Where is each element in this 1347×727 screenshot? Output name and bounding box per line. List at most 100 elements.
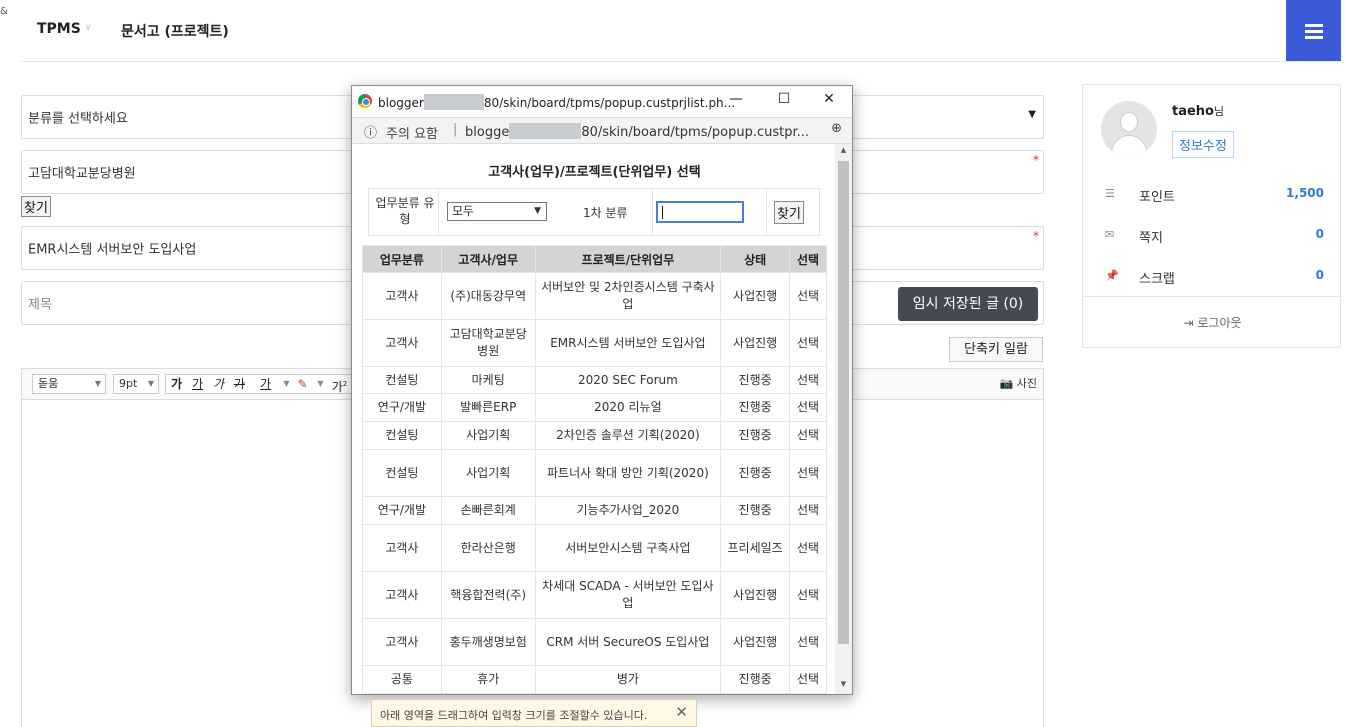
avatar: [1101, 101, 1157, 157]
font-name-select[interactable]: 돋움 ▼: [32, 374, 106, 394]
table-row[interactable]: 연구/개발 손빠른회계 기능추가사업_2020 진행중 선택: [362, 496, 827, 525]
scroll-up-icon[interactable]: ▲: [835, 146, 852, 160]
col-header: 선택: [789, 245, 827, 273]
select-link[interactable]: 선택: [789, 524, 827, 572]
project-field-value: EMR시스템 서버보안 도입사업: [28, 242, 197, 258]
scrap-label: 스크랩: [1139, 272, 1175, 287]
superscript-button[interactable]: 가2: [330, 374, 349, 394]
scroll-down-icon[interactable]: ▼: [835, 680, 852, 694]
hamburger-menu-button[interactable]: [1286, 0, 1341, 61]
close-icon[interactable]: ✕: [814, 91, 844, 111]
hamburger-icon: [1305, 24, 1323, 27]
pin-icon: 📌: [1105, 269, 1119, 282]
temp-saved-button[interactable]: 임시 저장된 글 (0): [898, 287, 1038, 321]
required-mark: *: [1033, 153, 1039, 167]
minimize-icon[interactable]: —: [721, 91, 751, 111]
sidebar-divider: [1083, 296, 1342, 297]
select-link[interactable]: 선택: [789, 665, 827, 694]
col-header: 상태: [720, 245, 791, 273]
top-header: & TPMS ∨ 문서고 (프로젝트): [0, 0, 1347, 62]
popup-heading: 고객사(업무)/프로젝트(단위업무) 선택: [488, 165, 701, 180]
resize-tooltip-text: 아래 영역을 드래그하여 입력창 크기를 조절할수 있습니다.: [380, 709, 648, 722]
table-row[interactable]: 고객사 한라산은행 서버보안시스템 구축사업 프리세일즈 선택: [362, 524, 827, 572]
font-size-value: 9pt: [119, 377, 138, 390]
edit-profile-button[interactable]: 정보수정: [1172, 131, 1234, 158]
database-icon: ☰: [1105, 187, 1115, 200]
font-name-value: 돋움: [38, 377, 59, 390]
popup-window-title: blogger 80/skin/board/tpms/popup.custprjl…: [378, 94, 736, 110]
select-link[interactable]: 선택: [789, 449, 827, 497]
popup-find-button[interactable]: 찾기: [774, 201, 804, 224]
points-row[interactable]: ☰ 포인트 1,500: [1083, 183, 1342, 207]
project-table: 업무분류 고객사/업무 프로젝트/단위업무 상태 선택 고객사 (주)대동강무역 서…: [362, 245, 827, 694]
table-row[interactable]: 고객사 홍두깨생명보험 CRM 서버 SecureOS 도입사업 사업진행 선택: [362, 618, 827, 666]
popup-url: blogge 80/skin/board/tpms/popup.custpr...: [465, 123, 810, 140]
font-color-button[interactable]: 가: [256, 374, 275, 394]
resize-tooltip: 아래 영역을 드래그하여 입력창 크기를 조절할수 있습니다. ✕: [371, 699, 697, 727]
italic-button[interactable]: 가: [209, 374, 228, 394]
filter-type-label: 업무분류 유형: [375, 196, 435, 226]
superscript-glyph: 가: [331, 380, 343, 394]
photo-button[interactable]: 📷 사진: [1000, 375, 1037, 391]
table-row[interactable]: 공통 휴가 병가 진행중 선택: [362, 665, 827, 694]
scrollbar-thumb[interactable]: [838, 161, 849, 644]
customer-find-button[interactable]: 찾기: [21, 196, 51, 217]
header-divider: [22, 61, 1340, 62]
select-link[interactable]: 선택: [789, 618, 827, 666]
table-row[interactable]: 컨설팅 마케팅 2020 SEC Forum 진행중 선택: [362, 366, 827, 394]
popup-search-form: 업무분류 유형 모두 ▼ 1차 분류 찾기: [368, 188, 820, 236]
brand-chevron-down-icon[interactable]: ∨: [85, 23, 92, 33]
user-name: taeho님: [1172, 104, 1224, 119]
table-header-row: 업무분류 고객사/업무 프로젝트/단위업무 상태 선택: [362, 245, 827, 273]
popup-scrollbar[interactable]: ▲ ▼: [835, 144, 852, 694]
brand-logo[interactable]: TPMS: [37, 21, 81, 37]
select-link[interactable]: 선택: [789, 496, 827, 525]
select-link[interactable]: 선택: [789, 319, 827, 367]
table-row[interactable]: 컨설팅 사업기획 2차인증 솔루션 기획(2020) 진행중 선택: [362, 421, 827, 450]
underline-button[interactable]: 가: [188, 374, 207, 394]
popup-address-bar[interactable]: ⓘ 주의 요함 | blogge 80/skin/board/tpms/popup…: [352, 117, 852, 144]
redacted-host: [423, 94, 484, 110]
level1-input[interactable]: [656, 201, 744, 223]
maximize-icon[interactable]: ☐: [769, 91, 799, 111]
logout-link[interactable]: ⇥ 로그아웃: [1083, 314, 1342, 331]
scrap-row[interactable]: 📌 스크랩 0: [1083, 265, 1342, 289]
popup-content: 고객사(업무)/프로젝트(단위업무) 선택 업무분류 유형 모두 ▼ 1차 분류 …: [352, 144, 837, 694]
select-link[interactable]: 선택: [789, 272, 827, 320]
filter-type-value: 모두: [452, 204, 475, 218]
superscript-marker: 2: [342, 380, 348, 388]
select-link[interactable]: 선택: [789, 366, 827, 394]
col-header: 업무분류: [362, 245, 442, 273]
select-link[interactable]: 선택: [789, 421, 827, 450]
photo-label: 사진: [1016, 377, 1037, 390]
category-select-value: 분류를 선택하세요: [28, 111, 128, 127]
select-link[interactable]: 선택: [789, 571, 827, 619]
level1-label: 1차 분류: [583, 206, 628, 220]
zoom-icon[interactable]: ⊕: [831, 121, 842, 136]
close-icon[interactable]: ✕: [675, 703, 688, 721]
table-row[interactable]: 고객사 핵융합전력(주) 차세대 SCADA - 서버보안 도입사업 사업진행 선택: [362, 571, 827, 619]
filter-type-select[interactable]: 모두 ▼: [447, 202, 547, 221]
logout-label: 로그아웃: [1197, 316, 1242, 330]
strikethrough-button[interactable]: 가: [230, 374, 249, 394]
shortcut-list-button[interactable]: 단축키 일람: [949, 337, 1043, 362]
info-icon[interactable]: ⓘ: [364, 122, 377, 141]
bold-button[interactable]: 가: [167, 374, 186, 394]
table-row[interactable]: 고객사 고담대학교분당병원 EMR시스템 서버보안 도입사업 사업진행 선택: [362, 319, 827, 367]
messages-row[interactable]: ✉ 쪽지 0: [1083, 224, 1342, 248]
chevron-down-icon: ▼: [534, 206, 541, 216]
font-size-select[interactable]: 9pt ▼: [113, 374, 159, 394]
table-row[interactable]: 연구/개발 발빠른ERP 2020 리뉴얼 진행중 선택: [362, 393, 827, 422]
user-panel: taeho님 정보수정 ☰ 포인트 1,500 ✉ 쪽지 0 📌 스크랩 0 ⇥…: [1082, 84, 1342, 348]
highlight-chevron-icon[interactable]: ▼: [311, 374, 330, 394]
table-row[interactable]: 컨설팅 사업기획 파트너사 확대 방안 기획(2020) 진행중 선택: [362, 449, 827, 497]
highlight-button-icon[interactable]: ✎: [293, 374, 312, 394]
scrap-value: 0: [1315, 268, 1324, 282]
logout-icon: ⇥: [1183, 316, 1194, 330]
table-row[interactable]: 고객사 (주)대동강무역 서버보안 및 2차인증시스템 구축사업 사업진행 선택: [362, 272, 827, 320]
points-value: 1,500: [1286, 186, 1324, 200]
dropdown-arrow-icon: ▼: [1028, 109, 1036, 120]
envelope-icon: ✉: [1105, 228, 1115, 241]
popup-titlebar[interactable]: blogger 80/skin/board/tpms/popup.custprjl…: [352, 86, 852, 117]
select-link[interactable]: 선택: [789, 393, 827, 422]
